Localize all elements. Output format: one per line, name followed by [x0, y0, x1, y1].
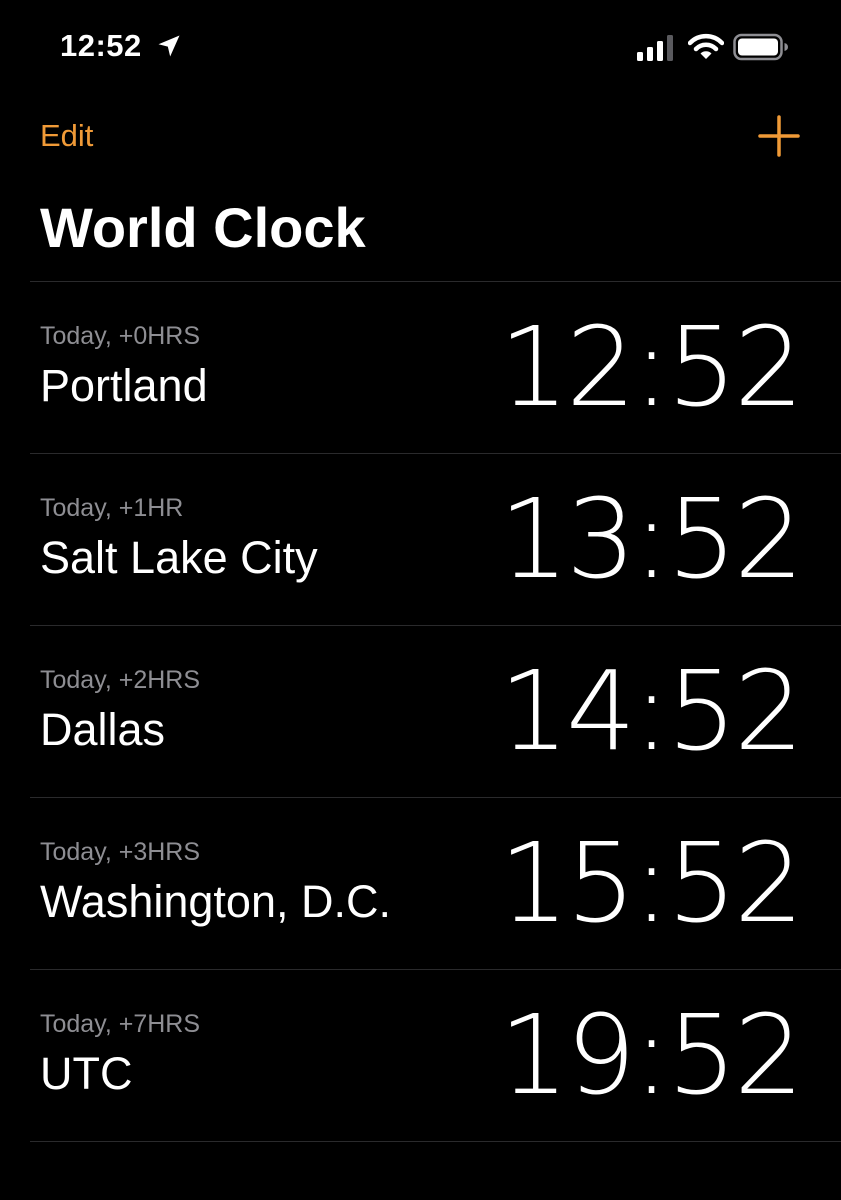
clock-city: UTC [40, 1048, 133, 1099]
world-clock-list: Today, +0HRS Portland 12:52 Today, +1HR … [30, 281, 841, 1142]
clock-offset: Today, +0HRS [40, 322, 201, 350]
clock-row-salt-lake-city[interactable]: Today, +1HR Salt Lake City 13:52 [30, 454, 841, 626]
clock-offset: Today, +1HR [40, 494, 184, 522]
clock-row-portland[interactable]: Today, +0HRS Portland 12:52 [30, 282, 841, 454]
plus-icon [758, 115, 800, 157]
clock-city: Portland [40, 360, 208, 411]
clock-offset: Today, +7HRS [40, 1010, 201, 1038]
status-bar: 12:52 [0, 0, 841, 96]
page-title: World Clock [40, 196, 366, 259]
location-arrow-icon [158, 35, 180, 57]
status-time: 12:52 [60, 28, 142, 63]
wifi-icon [688, 33, 724, 59]
edit-button[interactable]: Edit [40, 116, 93, 156]
battery-icon [733, 33, 788, 61]
cellular-signal-icon [637, 35, 673, 61]
clock-city: Dallas [40, 704, 166, 755]
add-button[interactable] [756, 113, 802, 159]
clock-time: 15:52 [498, 819, 804, 947]
clock-time: 12:52 [498, 303, 804, 431]
clock-offset: Today, +3HRS [40, 838, 201, 866]
clock-time: 19:52 [498, 991, 804, 1119]
clock-time: 13:52 [498, 475, 804, 603]
clock-row-dallas[interactable]: Today, +2HRS Dallas 14:52 [30, 626, 841, 798]
clock-time: 14:52 [498, 647, 804, 775]
clock-row-utc[interactable]: Today, +7HRS UTC 19:52 [30, 970, 841, 1142]
clock-offset: Today, +2HRS [40, 666, 201, 694]
clock-row-washington-dc[interactable]: Today, +3HRS Washington, D.C. 15:52 [30, 798, 841, 970]
clock-city: Washington, D.C. [40, 876, 391, 927]
clock-city: Salt Lake City [40, 532, 318, 583]
